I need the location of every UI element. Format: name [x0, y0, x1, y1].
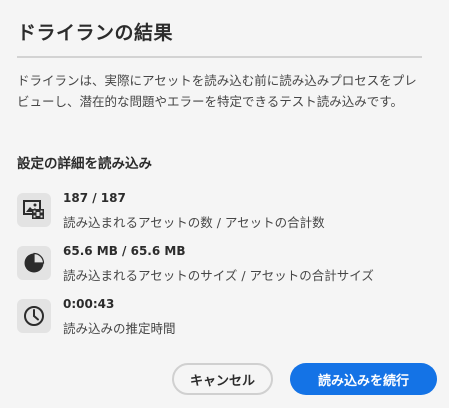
- cancel-button[interactable]: キャンセル: [172, 363, 273, 395]
- dialog-description: ドライランは、実際にアセットを読み込む前に読み込みプロセスをプレビューし、潜在的…: [17, 73, 417, 109]
- detail-row-estimated-time: 0:00:43 読み込みの推定時間: [17, 296, 437, 336]
- detail-row-asset-count: 187 / 187 読み込まれるアセットの数 / アセットの合計数: [17, 190, 437, 230]
- detail-row-asset-size: 65.6 MB / 65.6 MB 読み込まれるアセットのサイズ / アセットの…: [17, 243, 437, 283]
- asset-count-label: 読み込まれるアセットの数 / アセットの合計数: [63, 215, 325, 230]
- image-asset-icon: [17, 193, 51, 227]
- dry-run-results-dialog: ドライランの結果 ドライランは、実際にアセットを読み込む前に読み込みプロセスをプ…: [0, 0, 449, 408]
- asset-count-value: 187 / 187: [63, 191, 126, 205]
- estimated-time-value: 0:00:43: [63, 297, 115, 311]
- dialog-title: ドライランの結果: [17, 22, 174, 44]
- pie-chart-icon: [17, 246, 51, 280]
- clock-icon: [17, 299, 51, 333]
- estimated-time-label: 読み込みの推定時間: [63, 321, 176, 336]
- section-heading: 設定の詳細を読み込み: [17, 156, 152, 172]
- asset-size-label: 読み込まれるアセットのサイズ / アセットの合計サイズ: [63, 268, 374, 283]
- continue-import-button[interactable]: 読み込みを続行: [290, 363, 437, 395]
- title-divider: [17, 56, 422, 58]
- asset-size-value: 65.6 MB / 65.6 MB: [63, 244, 186, 258]
